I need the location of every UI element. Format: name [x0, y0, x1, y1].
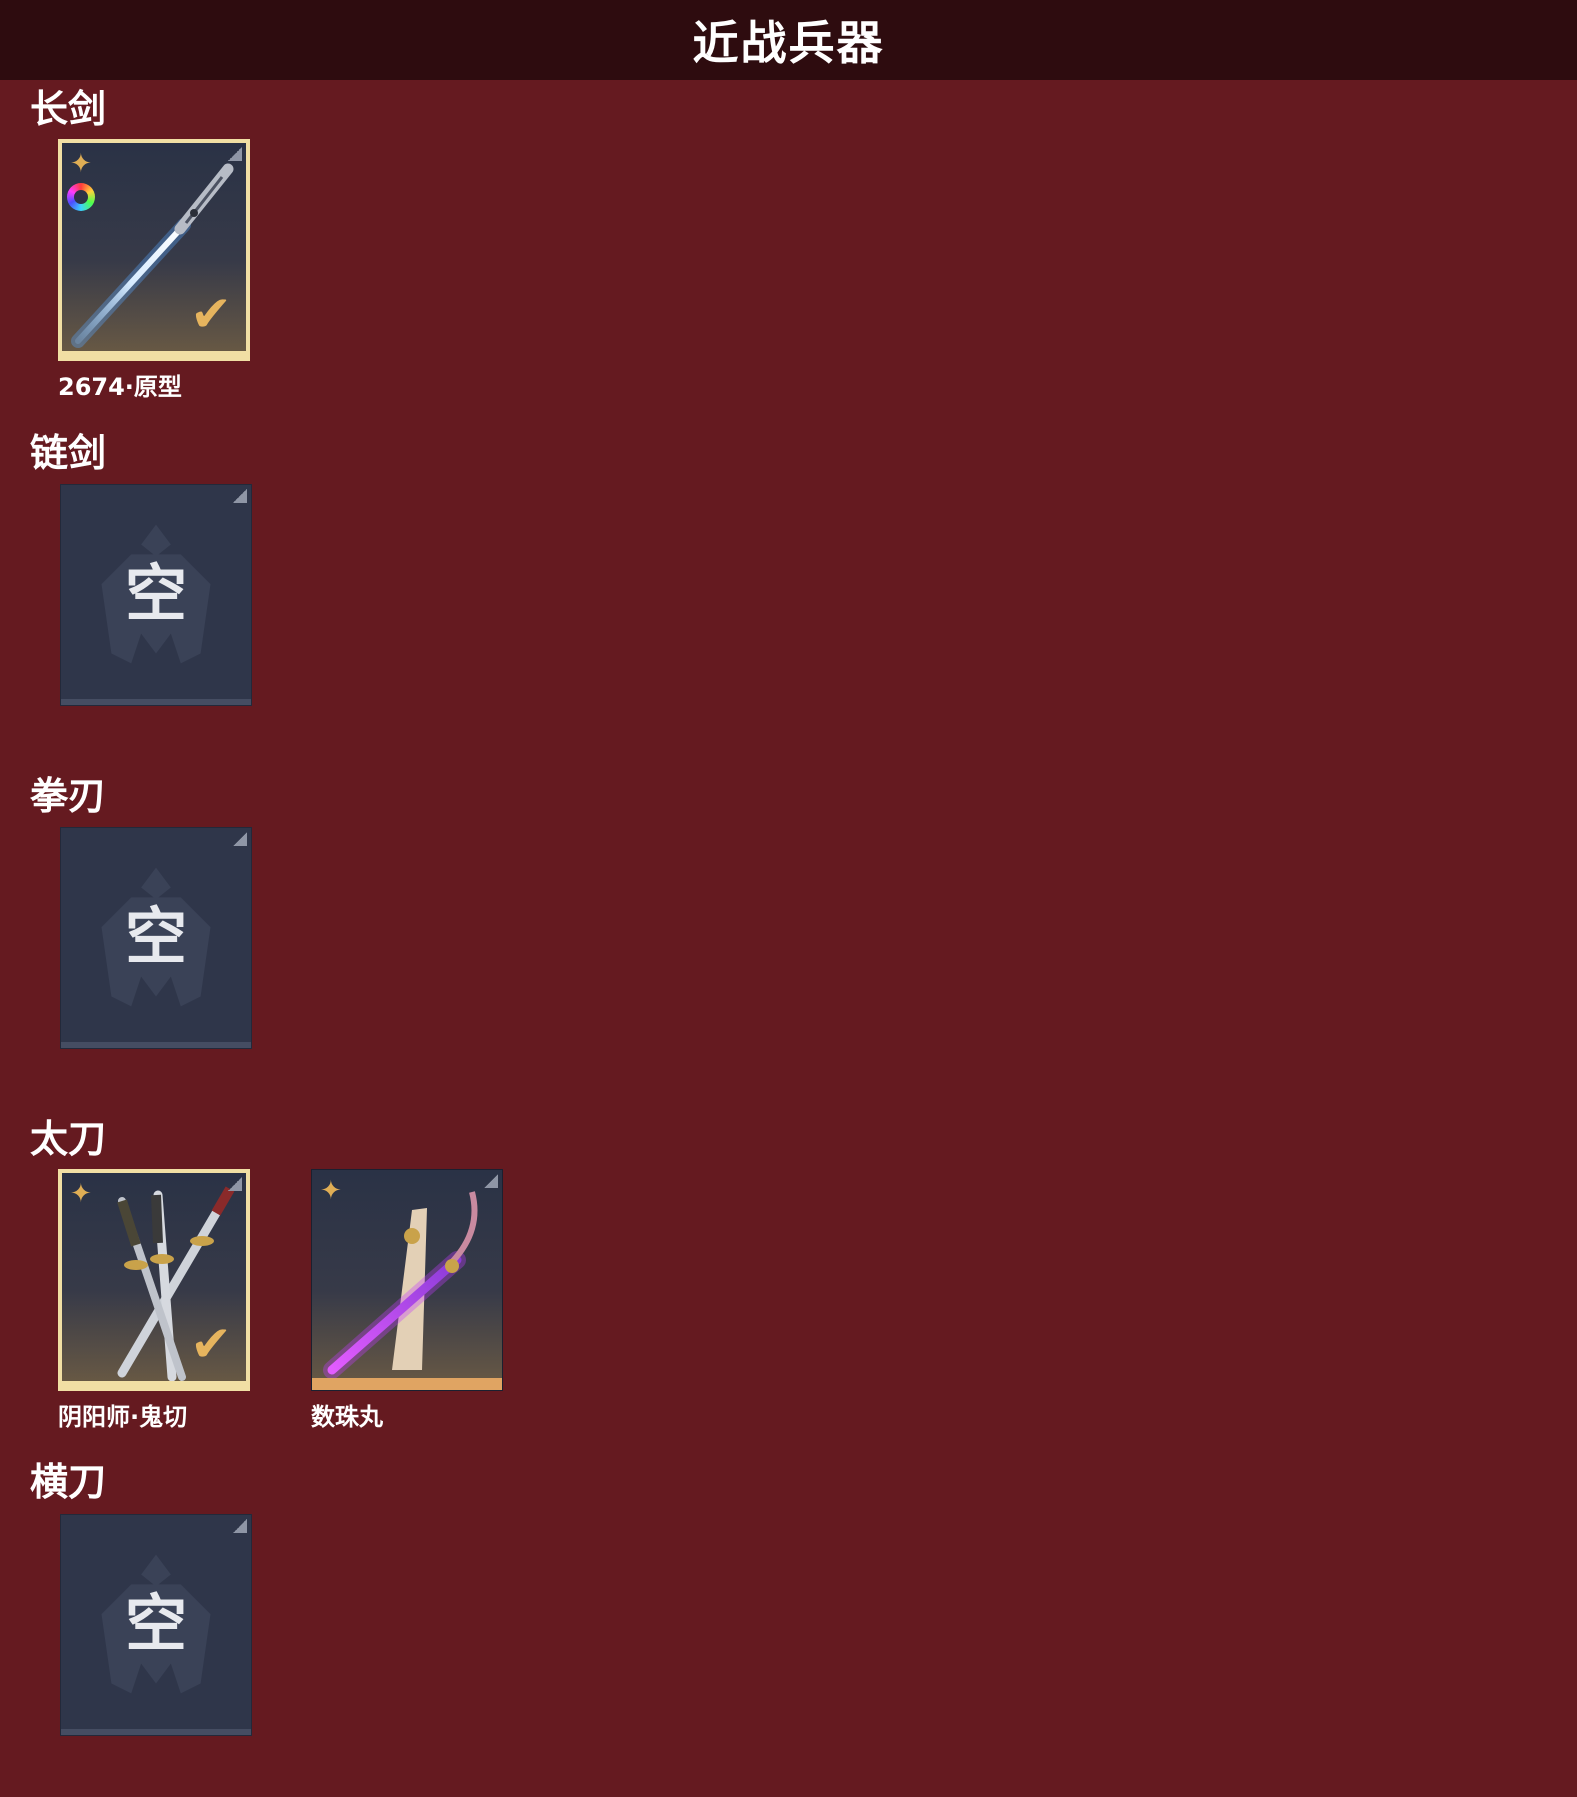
four-point-star-icon: ✦	[320, 1176, 342, 1206]
empty-slot-hengdao[interactable]: 空	[60, 1514, 252, 1736]
header-bar: 近战兵器	[0, 0, 1577, 80]
section-title-longsword: 长剑	[30, 87, 107, 131]
section-title-tachi: 太刀	[30, 1117, 107, 1161]
section-title-fist-blade: 拳刃	[30, 774, 107, 818]
item-name: 阴阳师·鬼切	[58, 1403, 188, 1431]
corner-tag-icon	[233, 1519, 247, 1533]
four-point-star-icon: ✦	[70, 1179, 92, 1209]
empty-label: 空	[124, 1587, 187, 1660]
checkmark-icon: ✔	[190, 285, 232, 343]
empty-label: 空	[124, 557, 187, 630]
four-point-star-icon: ✦	[70, 149, 92, 179]
section-title-chain-sword: 链剑	[30, 431, 107, 475]
corner-tag-icon	[228, 1177, 242, 1191]
corner-tag-icon	[228, 147, 242, 161]
color-wheel-icon	[67, 183, 95, 211]
weapon-slot-2674-prototype[interactable]: ✦ ✔	[58, 139, 250, 361]
item-name: 数珠丸	[311, 1403, 383, 1431]
weapon-slot-onmyoji-onikiri[interactable]: ✦ ✔	[58, 1169, 250, 1391]
checkmark-icon: ✔	[190, 1315, 232, 1373]
page-title: 近战兵器	[692, 16, 885, 70]
weapon-slot-juzumaru[interactable]: ✦	[311, 1169, 503, 1391]
corner-tag-icon	[233, 489, 247, 503]
empty-label: 空	[124, 900, 187, 973]
corner-tag-icon	[233, 832, 247, 846]
item-name: 2674·原型	[58, 373, 182, 401]
section-title-hengdao: 横刀	[30, 1460, 107, 1504]
empty-slot-fist-blade[interactable]: 空	[60, 827, 252, 1049]
empty-slot-chain-sword[interactable]: 空	[60, 484, 252, 706]
corner-tag-icon	[484, 1174, 498, 1188]
